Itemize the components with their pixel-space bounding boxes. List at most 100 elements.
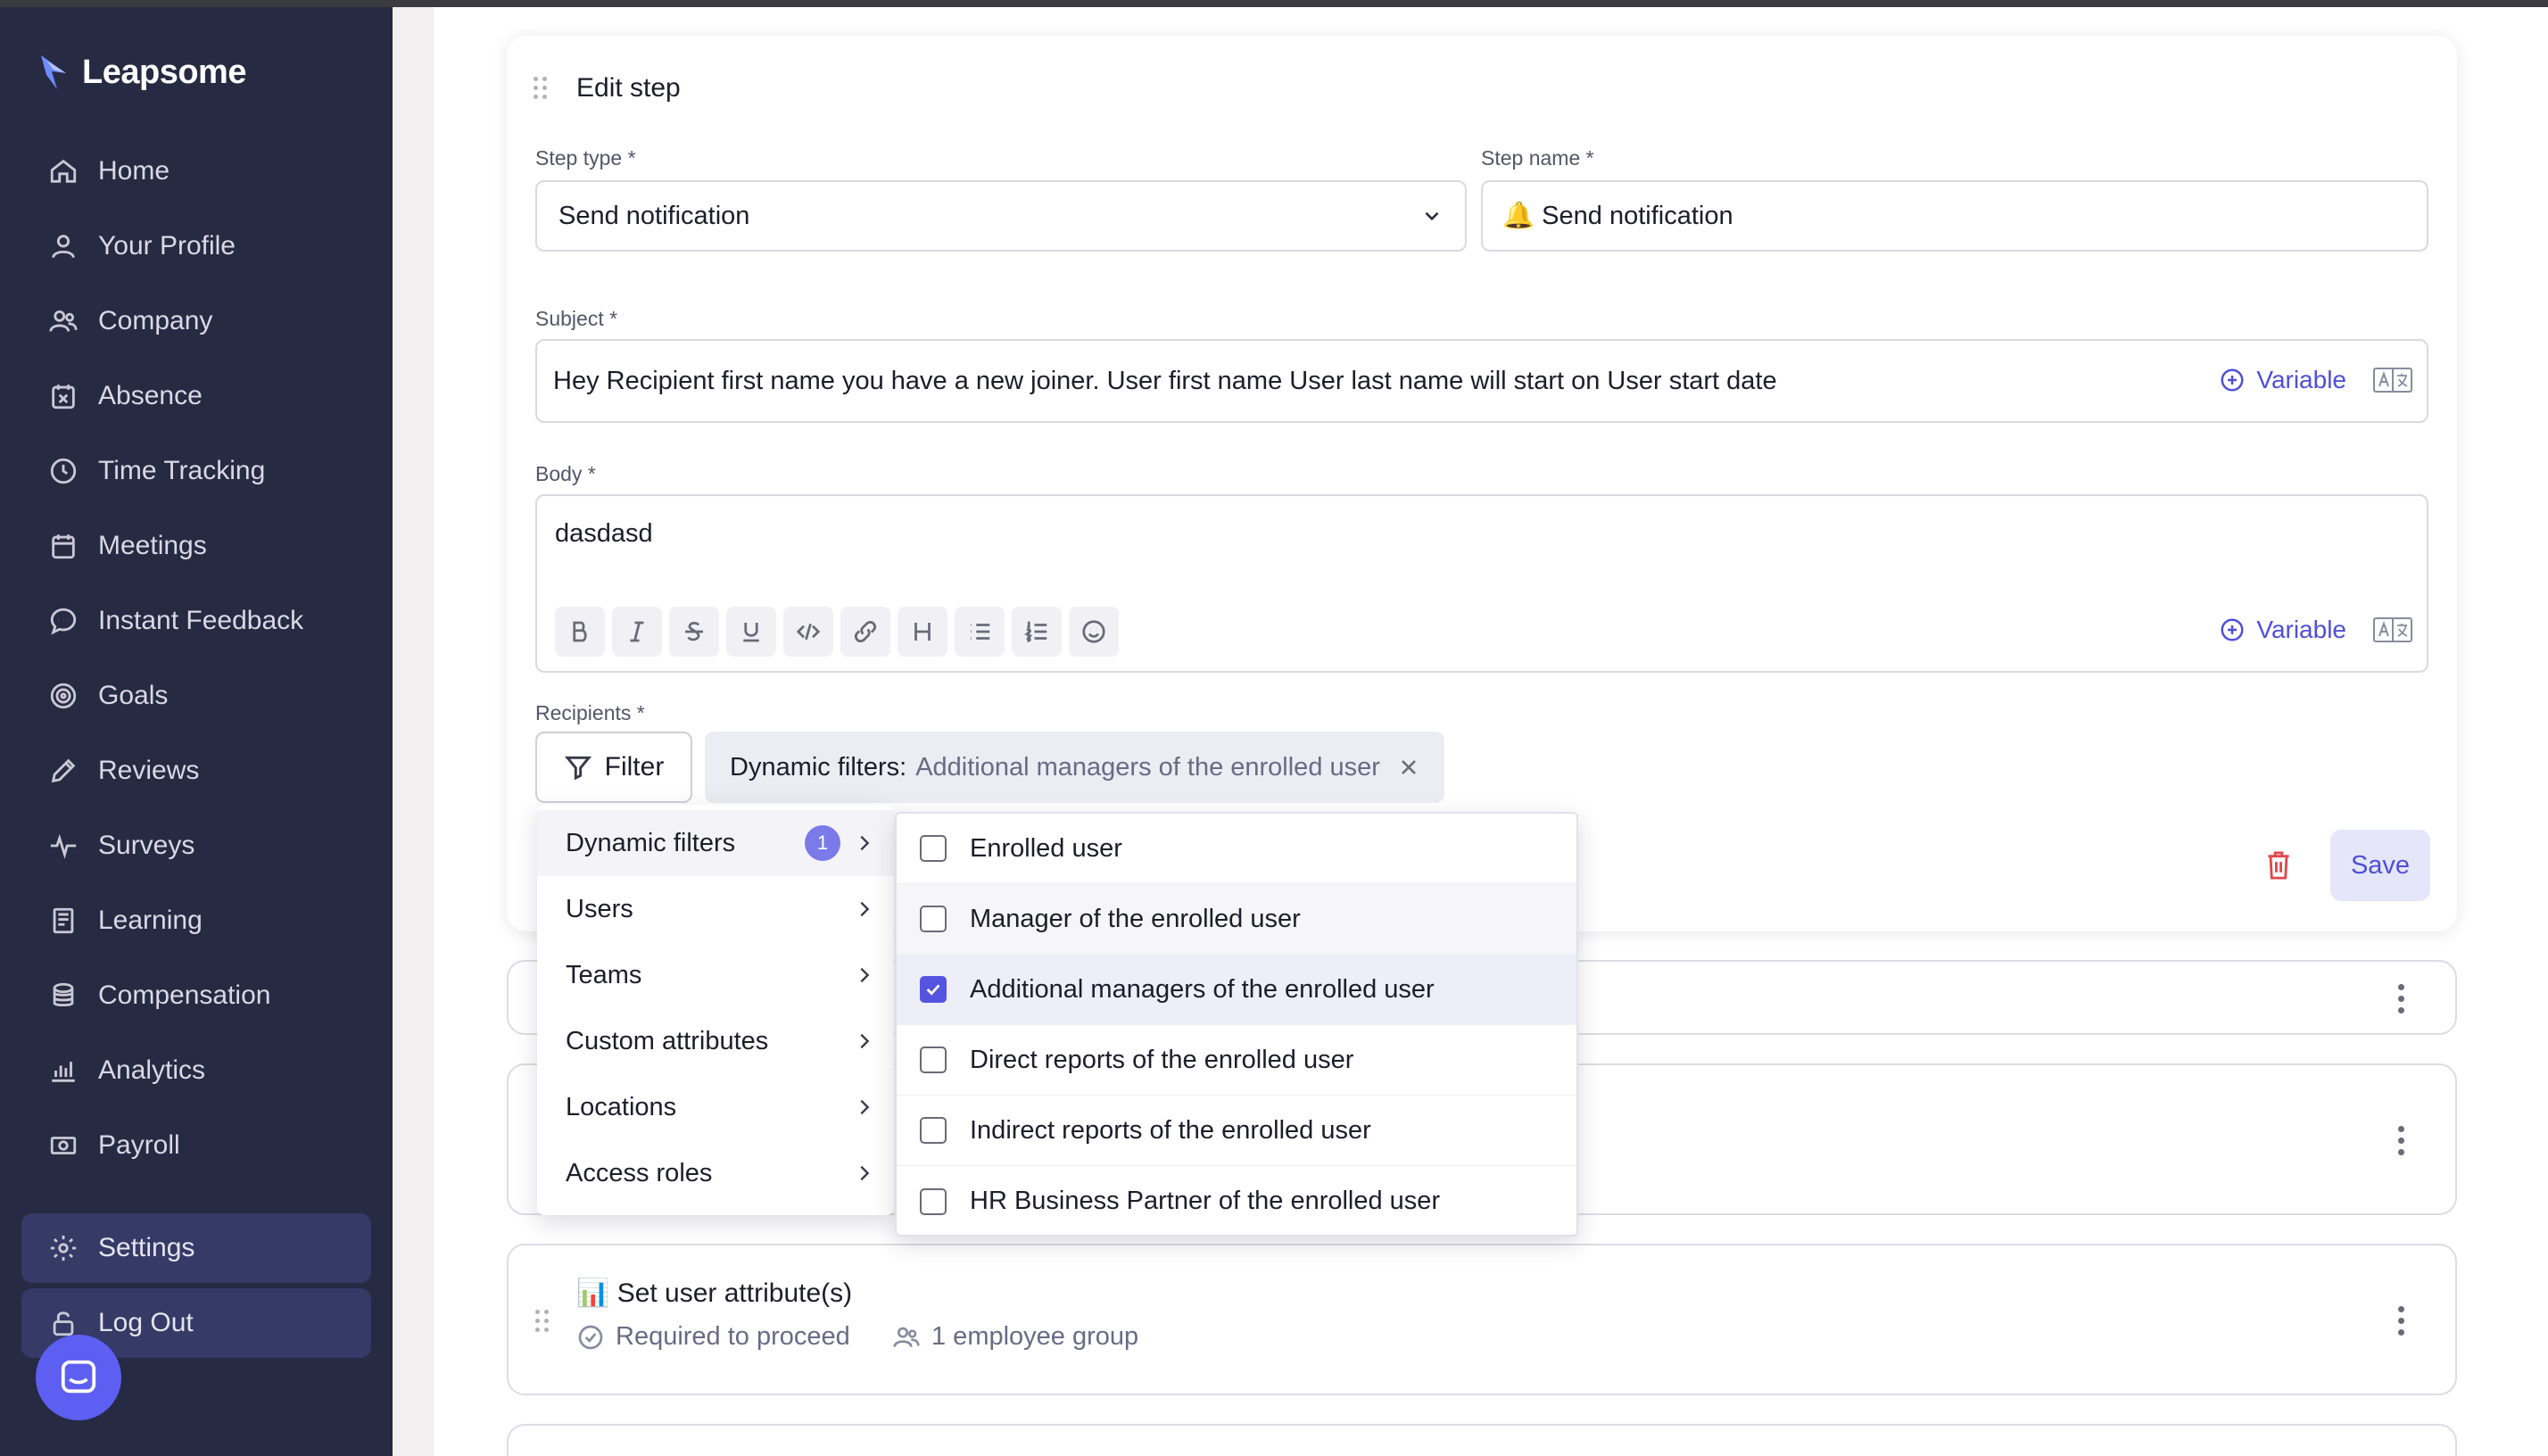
- option-manager[interactable]: Manager of the enrolled user: [897, 884, 1576, 955]
- menu-item-label: Users: [566, 894, 633, 923]
- book-icon: [53, 907, 74, 934]
- sidebar-item-goals[interactable]: Goals: [0, 658, 393, 733]
- checkbox-checked[interactable]: [920, 976, 947, 1003]
- sidebar-item-absence[interactable]: Absence: [0, 359, 393, 434]
- body-editor[interactable]: dasdasd Variable: [535, 494, 2428, 673]
- step-card-collapsed[interactable]: [507, 1424, 2457, 1456]
- body-label: Body *: [535, 462, 596, 485]
- menu-item-teams[interactable]: Teams: [537, 942, 894, 1008]
- sidebar-item-company[interactable]: Company: [0, 284, 393, 359]
- step-name-input[interactable]: 🔔 Send notification: [1481, 180, 2428, 252]
- option-indirect-reports[interactable]: Indirect reports of the enrolled user: [897, 1096, 1576, 1166]
- sidebar-item-learning[interactable]: Learning: [0, 883, 393, 958]
- subject-variable-button[interactable]: Variable: [2219, 366, 2346, 394]
- option-label: Indirect reports of the enrolled user: [970, 1115, 1371, 1145]
- checkbox[interactable]: [920, 1187, 947, 1215]
- pencil-icon: [51, 758, 76, 783]
- more-options-icon[interactable]: [2398, 1306, 2405, 1336]
- subject-input[interactable]: Hey Recipient first name you have a new …: [535, 339, 2428, 423]
- main-gutter: [393, 0, 434, 1456]
- option-additional-managers[interactable]: Additional managers of the enrolled user: [897, 955, 1576, 1025]
- sidebar-item-label: Compensation: [98, 980, 271, 1010]
- filter-label: Filter: [604, 752, 665, 782]
- sidebar-item-label: Settings: [98, 1233, 195, 1262]
- money-icon: [50, 1137, 77, 1154]
- heading-button[interactable]: [898, 607, 947, 657]
- bold-button[interactable]: [555, 607, 605, 657]
- menu-item-access-roles[interactable]: Access roles: [537, 1140, 894, 1206]
- sidebar-item-meetings[interactable]: Meetings: [0, 509, 393, 583]
- emoji-button[interactable]: [1069, 607, 1119, 657]
- step-card-set-attributes[interactable]: 📊 Set user attribute(s) Required to proc…: [507, 1244, 2457, 1395]
- drag-handle-icon[interactable]: [534, 77, 548, 100]
- sidebar-item-label: Time Tracking: [98, 456, 266, 485]
- sidebar-item-compensation[interactable]: Compensation: [0, 958, 393, 1033]
- step-audience: 1 employee group: [892, 1322, 1138, 1352]
- link-button[interactable]: [840, 607, 890, 657]
- sidebar-item-analytics[interactable]: Analytics: [0, 1033, 393, 1108]
- option-direct-reports[interactable]: Direct reports of the enrolled user: [897, 1025, 1576, 1096]
- option-enrolled-user[interactable]: Enrolled user: [897, 814, 1576, 884]
- link-icon: [854, 621, 877, 642]
- checkbox[interactable]: [920, 1117, 947, 1144]
- chevron-right-icon: [860, 967, 870, 983]
- sidebar-item-payroll[interactable]: Payroll: [0, 1108, 393, 1183]
- translate-icon[interactable]: [2373, 617, 2412, 642]
- brand-logo[interactable]: Leapsome: [39, 52, 246, 93]
- sidebar-item-home[interactable]: Home: [0, 134, 393, 209]
- save-button[interactable]: Save: [2330, 830, 2430, 901]
- menu-item-label: Dynamic filters: [566, 828, 736, 857]
- menu-item-dynamic-filters[interactable]: Dynamic filters 1: [537, 810, 894, 876]
- support-chat-button[interactable]: [36, 1335, 121, 1420]
- menu-item-users[interactable]: Users: [537, 876, 894, 942]
- bullet-list-icon: [971, 624, 990, 640]
- group-label: 1 employee group: [931, 1322, 1139, 1351]
- count-badge: 1: [805, 825, 840, 861]
- checkbox[interactable]: [920, 835, 947, 862]
- close-icon[interactable]: [1398, 757, 1419, 778]
- dynamic-filter-options: Enrolled user Manager of the enrolled us…: [895, 812, 1578, 1237]
- sidebar-item-label: Company: [98, 306, 213, 335]
- filter-button[interactable]: Filter: [535, 732, 692, 803]
- code-button[interactable]: [783, 607, 833, 657]
- menu-item-custom-attributes[interactable]: Custom attributes: [537, 1008, 894, 1074]
- sidebar-item-surveys[interactable]: Surveys: [0, 808, 393, 883]
- menu-item-locations[interactable]: Locations: [537, 1074, 894, 1140]
- option-hr-business-partner[interactable]: HR Business Partner of the enrolled user: [897, 1166, 1576, 1237]
- lock-icon: [53, 1311, 74, 1336]
- sidebar-item-your-profile[interactable]: Your Profile: [0, 209, 393, 284]
- coins-icon: [53, 982, 74, 1007]
- gear-icon: [50, 1235, 77, 1262]
- sidebar-item-label: Absence: [98, 381, 203, 410]
- sidebar-item-time-tracking[interactable]: Time Tracking: [0, 434, 393, 509]
- italic-button[interactable]: [612, 607, 662, 657]
- step-type-select[interactable]: Send notification: [535, 180, 1467, 252]
- emoji-icon: [1082, 620, 1105, 643]
- recipient-filter-chip[interactable]: Dynamic filters: Additional managers of …: [705, 732, 1444, 803]
- sidebar-item-label: Learning: [98, 906, 203, 935]
- option-label: Manager of the enrolled user: [970, 904, 1301, 933]
- step-name-label: Step name *: [1481, 146, 1594, 170]
- variable-label: Variable: [2256, 616, 2346, 643]
- target-icon: [50, 682, 77, 709]
- bullet-list-button[interactable]: [955, 607, 1005, 657]
- drag-handle-icon[interactable]: [535, 1310, 550, 1333]
- underline-button[interactable]: [726, 607, 776, 657]
- sidebar-item-settings[interactable]: Settings: [21, 1213, 371, 1283]
- strikethrough-button[interactable]: [669, 607, 719, 657]
- body-variable-button[interactable]: Variable: [2219, 616, 2346, 644]
- checkbox[interactable]: [920, 906, 947, 932]
- sidebar-item-instant-feedback[interactable]: Instant Feedback: [0, 583, 393, 658]
- checkbox[interactable]: [920, 1046, 947, 1073]
- more-options-icon[interactable]: [2398, 984, 2405, 1014]
- variable-label: Variable: [2256, 366, 2346, 393]
- more-options-icon[interactable]: [2398, 1126, 2405, 1156]
- sidebar-item-label: Log Out: [98, 1308, 194, 1337]
- translate-icon[interactable]: [2373, 368, 2412, 393]
- trash-icon[interactable]: [2264, 849, 2293, 881]
- sidebar-item-reviews[interactable]: Reviews: [0, 733, 393, 808]
- check-circle-icon: [578, 1325, 603, 1349]
- numbered-list-button[interactable]: [1012, 607, 1062, 657]
- bar-chart-icon: [52, 1062, 75, 1082]
- plus-circle-icon: [2221, 368, 2244, 392]
